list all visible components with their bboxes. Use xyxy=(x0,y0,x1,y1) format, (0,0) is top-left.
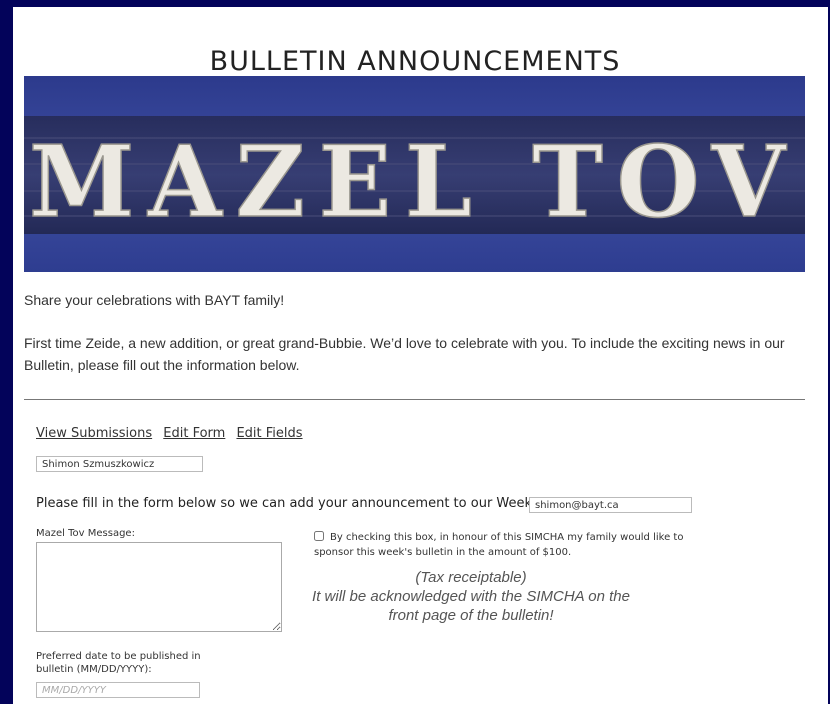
tax-note: (Tax receiptable) It will be acknowledge… xyxy=(296,568,646,625)
sponsor-label: By checking this box, in honour of this … xyxy=(314,532,684,558)
mazel-tov-message-input[interactable] xyxy=(36,542,282,632)
intro-line-1: Share your celebrations with BAYT family… xyxy=(24,292,285,308)
edit-form-link[interactable]: Edit Form xyxy=(163,426,225,441)
tax-note-line-2: It will be acknowledged with the SIMCHA … xyxy=(312,588,630,624)
date-label: Preferred date to be published in bullet… xyxy=(36,651,201,675)
publish-date-field[interactable] xyxy=(36,682,200,698)
name-field[interactable] xyxy=(36,456,203,472)
divider xyxy=(24,399,805,400)
admin-links: View Submissions Edit Form Edit Fields xyxy=(36,426,310,441)
banner-text: MAZEL TOV xyxy=(29,125,799,240)
email-field[interactable] xyxy=(529,497,692,513)
edit-fields-link[interactable]: Edit Fields xyxy=(236,426,302,441)
form-instructions: Please fill in the form below so we can … xyxy=(36,496,601,511)
page-title: BULLETIN ANNOUNCEMENTS xyxy=(209,46,621,78)
sponsor-checkbox[interactable] xyxy=(314,531,324,541)
tax-note-line-1: (Tax receiptable) xyxy=(415,569,527,586)
message-label: Mazel Tov Message: xyxy=(36,528,135,539)
intro-line-2: First time Zeide, a new addition, or gre… xyxy=(24,335,785,373)
sponsor-option: By checking this box, in honour of this … xyxy=(314,530,694,560)
view-submissions-link[interactable]: View Submissions xyxy=(36,426,152,441)
mazel-tov-banner: MAZEL TOV xyxy=(24,76,805,272)
